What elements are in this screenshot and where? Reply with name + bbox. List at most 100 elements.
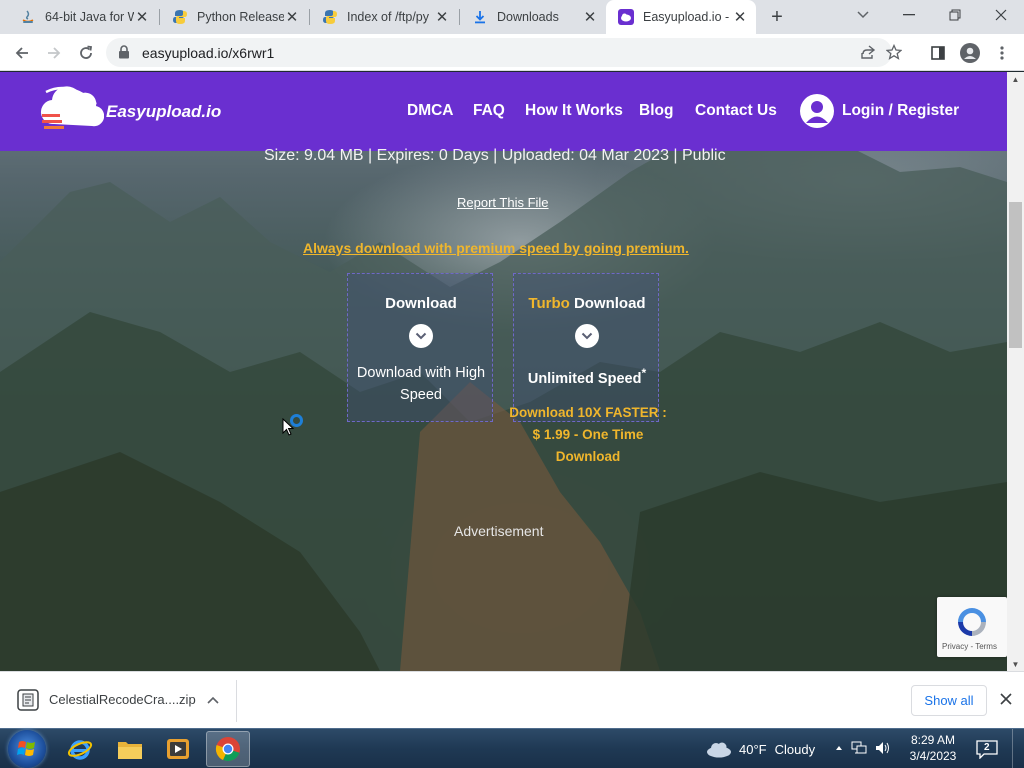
recaptcha-privacy-terms[interactable]: Privacy - Terms [942,642,997,651]
bookmark-star-icon[interactable] [885,43,903,65]
tray-expand-arrow-icon[interactable] [835,745,843,751]
recaptcha-badge[interactable]: Privacy - Terms [937,597,1007,657]
free-download-title: Download [385,295,457,312]
python-icon [172,9,188,25]
premium-speed-link[interactable]: Always download with premium speed by go… [303,240,689,256]
cloud-icon [707,742,731,758]
action-center-icon[interactable]: 2 [976,739,998,760]
turbo-offer-line: Download [555,449,621,464]
tab-title: 64-bit Java for W [45,10,134,24]
shelf-divider [236,680,237,722]
free-download-card[interactable]: Download Download with High Speed [347,273,493,422]
windows-start-button[interactable] [8,730,46,768]
download-icon [472,9,488,25]
turbo-download-card[interactable]: Turbo Download Unlimited Speed* [513,273,659,422]
login-register-link[interactable]: Login / Register [842,102,959,120]
nav-faq[interactable]: FAQ [473,102,505,120]
close-shelf-icon[interactable] [997,690,1015,708]
tab-downloads[interactable]: Downloads ✕ [460,0,606,34]
easyupload-logo-icon[interactable] [40,84,104,138]
reload-icon[interactable] [72,39,100,67]
turbo-download-label: Download [573,295,646,312]
close-tab-icon[interactable]: ✕ [134,9,150,26]
nav-dmca[interactable]: DMCA [407,102,454,120]
browser-toolbar: easyupload.io/x6rwr1 [0,34,1024,71]
close-window-icon[interactable] [978,0,1024,30]
report-file-link[interactable]: Report This File [457,195,549,210]
recaptcha-icon [958,608,986,636]
download-shelf: CelestialRecodeCra....zip Show all [0,671,1024,728]
page-content: Easyupload.io DMCA FAQ How It Works Blog… [0,72,1007,671]
internet-explorer-icon[interactable] [58,731,102,767]
system-tray [835,741,891,755]
windows-taskbar: 40°F Cloudy 8:29 AM 3/4/2023 2 [0,728,1024,768]
download-filename[interactable]: CelestialRecodeCra....zip [49,692,196,707]
volume-icon[interactable] [875,741,891,755]
kebab-menu-icon[interactable] [988,39,1016,67]
file-explorer-icon[interactable] [108,731,152,767]
media-player-icon[interactable] [156,731,200,767]
close-tab-icon[interactable]: ✕ [284,9,300,26]
user-avatar-icon[interactable] [800,94,834,128]
close-tab-icon[interactable]: ✕ [582,9,598,26]
side-panel-icon[interactable] [924,39,952,67]
notification-count: 2 [984,742,990,753]
restore-icon[interactable] [932,0,978,30]
tab-python-release[interactable]: Python Release ✕ [160,0,308,34]
turbo-label: Turbo [528,295,570,312]
address-bar[interactable]: easyupload.io/x6rwr1 [106,38,903,67]
python-icon [322,9,338,25]
weather-temperature: 40°F [739,741,767,757]
chevron-down-icon[interactable] [575,324,599,348]
site-brand-name[interactable]: Easyupload.io [106,102,221,122]
tab-easyupload[interactable]: Easyupload.io - ✕ [606,0,756,34]
chevron-down-icon[interactable] [409,324,433,348]
chevron-up-icon[interactable] [204,691,222,709]
share-icon[interactable] [860,44,876,65]
taskbar-clock[interactable]: 8:29 AM 3/4/2023 [904,732,962,764]
forward-arrow-icon[interactable] [40,39,68,67]
turbo-download-title: Turbo Download [514,295,660,312]
turbo-offer-text: Download 10X FASTER : $ 1.99 - One Time … [503,402,673,468]
page-scrollbar[interactable]: ▲ ▼ [1007,72,1024,671]
profile-avatar-icon[interactable] [956,39,984,67]
free-download-subtitle: Download with High Speed [356,365,486,403]
mouse-pointer-icon [282,418,294,436]
back-arrow-icon[interactable] [8,39,36,67]
windows-logo-icon [17,741,35,756]
close-tab-icon[interactable]: ✕ [434,9,450,26]
chrome-taskbar-icon[interactable] [206,731,250,767]
turbo-offer-line: $ 1.99 - One Time [532,427,644,442]
site-header: Easyupload.io DMCA FAQ How It Works Blog… [0,72,1007,151]
scroll-down-arrow-icon[interactable]: ▼ [1007,657,1024,671]
tab-ftp-index[interactable]: Index of /ftp/py ✕ [310,0,458,34]
turbo-download-subtitle: Unlimited Speed* [514,362,660,390]
tab-java[interactable]: 64-bit Java for W ✕ [8,0,158,34]
weather-condition: Cloudy [774,741,816,757]
clock-time: 8:29 AM [910,733,956,747]
nav-contact-us[interactable]: Contact Us [695,102,777,120]
network-icon[interactable] [851,741,867,755]
tab-title: Python Release [197,10,284,24]
lock-icon[interactable] [118,45,130,64]
zip-file-icon[interactable] [16,688,40,712]
tab-title: Downloads [497,10,559,24]
show-all-button[interactable]: Show all [911,685,987,716]
turbo-speed-label: Unlimited Speed [527,370,642,387]
scrollbar-thumb[interactable] [1009,202,1022,348]
url-text[interactable]: easyupload.io/x6rwr1 [142,45,274,61]
scroll-up-arrow-icon[interactable]: ▲ [1007,72,1024,86]
close-tab-icon[interactable]: ✕ [732,9,748,26]
minimize-icon[interactable] [886,0,932,30]
tab-search-chevron-icon[interactable] [840,0,886,30]
advertisement-label: Advertisement [454,523,544,539]
nav-blog[interactable]: Blog [639,102,673,120]
turbo-speed-marker: * [641,366,647,380]
java-icon [20,9,36,25]
browser-tab-strip: 64-bit Java for W ✕ Python Release ✕ Ind… [0,0,1024,34]
show-desktop-button[interactable] [1012,729,1024,768]
nav-how-it-works[interactable]: How It Works [525,102,623,120]
weather-widget[interactable]: 40°F Cloudy [706,740,815,758]
screen: 64-bit Java for W ✕ Python Release ✕ Ind… [0,0,1024,768]
new-tab-plus-icon[interactable]: + [764,5,790,29]
